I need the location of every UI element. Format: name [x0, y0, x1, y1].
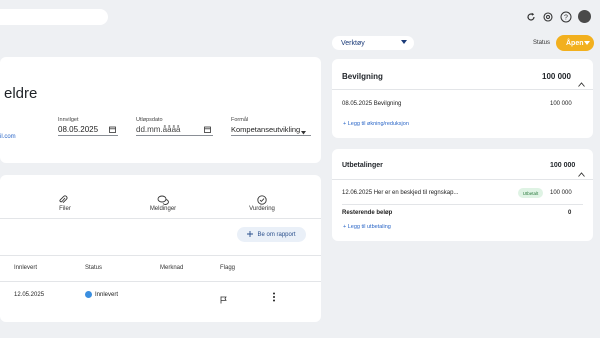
formal-select[interactable]: Kompetanseutvikling: [231, 124, 311, 136]
row-innlevert: 12.05.2025: [14, 292, 45, 298]
gear-icon[interactable]: [541, 10, 555, 24]
remaining-label: Resterende beløp: [342, 210, 393, 216]
formal-label: Formål: [231, 117, 249, 123]
utbetalinger-divider: [332, 179, 593, 180]
utbetalinger-title: Utbetalinger: [342, 162, 383, 169]
application-info-card: eldre il.com Innvilget 08.05.2025 Utløps…: [0, 57, 321, 163]
innvilget-field[interactable]: 08.05.2025: [58, 124, 118, 136]
caret-down-icon: [401, 40, 407, 47]
flag-icon[interactable]: [220, 291, 227, 309]
status-dot: [85, 291, 92, 298]
utbetalinger-total: 100 000: [550, 162, 576, 169]
innvilget-label: Innvilget: [58, 117, 79, 123]
status-select[interactable]: Åpen: [556, 35, 594, 51]
bevilgning-title: Bevilgning: [342, 72, 383, 81]
utlopsdato-value: dd.mm.åååå: [136, 125, 181, 134]
email-link[interactable]: il.com: [0, 134, 16, 140]
tool-select-label: Verktøy: [341, 39, 365, 47]
bevilgning-card: Bevilgning 100 000 08.05.2025 Bevilgning…: [332, 59, 593, 138]
utlopsdato-label: Utløpsdato: [136, 117, 163, 123]
bevilgning-row-text: 08.05.2025 Bevilgning: [342, 101, 402, 107]
innvilget-value: 08.05.2025: [58, 125, 99, 134]
page-title: eldre: [4, 85, 38, 102]
tool-select[interactable]: Verktøy: [332, 36, 414, 50]
utlopsdato-field[interactable]: dd.mm.åååå: [136, 124, 213, 136]
table-top-divider: [0, 255, 321, 256]
more-options-icon[interactable]: [272, 289, 276, 307]
search-input[interactable]: [0, 9, 108, 25]
svg-text:?: ?: [564, 15, 568, 22]
table-row[interactable]: 12.05.2025 Innlevert: [0, 282, 321, 310]
avatar[interactable]: [578, 10, 591, 23]
col-status[interactable]: Status: [85, 265, 102, 271]
tab-meldinger[interactable]: Meldinger: [143, 206, 183, 212]
status-value: Åpen: [566, 39, 584, 47]
caret-down-icon: [301, 128, 306, 137]
bevilgning-row-amount: 100 000: [550, 101, 572, 107]
request-report-button[interactable]: Be om rapport: [237, 227, 306, 242]
calendar-icon[interactable]: [204, 126, 211, 135]
plus-icon: [247, 230, 254, 239]
paperclip-icon: [58, 192, 74, 204]
tabs-divider: [0, 218, 321, 219]
col-flagg[interactable]: Flagg: [220, 265, 235, 271]
tab-filer[interactable]: Filer: [45, 206, 85, 212]
remaining-value: 0: [568, 210, 572, 216]
col-merknad[interactable]: Merknad: [160, 265, 183, 271]
status-badge: Utbetalt: [518, 188, 543, 198]
calendar-icon[interactable]: [109, 126, 116, 135]
utbetalinger-row-divider: [342, 204, 583, 205]
status-label: Status: [533, 40, 551, 46]
add-adjustment-link[interactable]: + Legg til økning/reduksjon: [343, 121, 409, 127]
bevilgning-divider: [332, 89, 593, 90]
tab-vurdering[interactable]: Vurdering: [242, 206, 282, 212]
utbetaling-row-amount: 100 000: [550, 190, 572, 196]
help-icon[interactable]: ?: [559, 10, 573, 24]
request-report-label: Be om rapport: [257, 231, 296, 238]
reports-card: Filer Meldinger Vurdering Be om rapport …: [0, 175, 321, 322]
utbetaling-row-text: 12.06.2025 Her er en beskjed til regnska…: [342, 190, 459, 196]
caret-down-icon: [584, 41, 590, 48]
formal-value: Kompetanseutvikling: [231, 125, 301, 134]
utbetalinger-card: Utbetalinger 100 000 12.06.2025 Her er e…: [332, 149, 593, 241]
add-payment-link[interactable]: + Legg til utbetaling: [343, 224, 391, 230]
refresh-icon[interactable]: [524, 10, 538, 24]
col-innlevert[interactable]: Innlevert: [14, 265, 37, 271]
bevilgning-total: 100 000: [542, 72, 571, 81]
row-status: Innlevert: [95, 292, 119, 298]
